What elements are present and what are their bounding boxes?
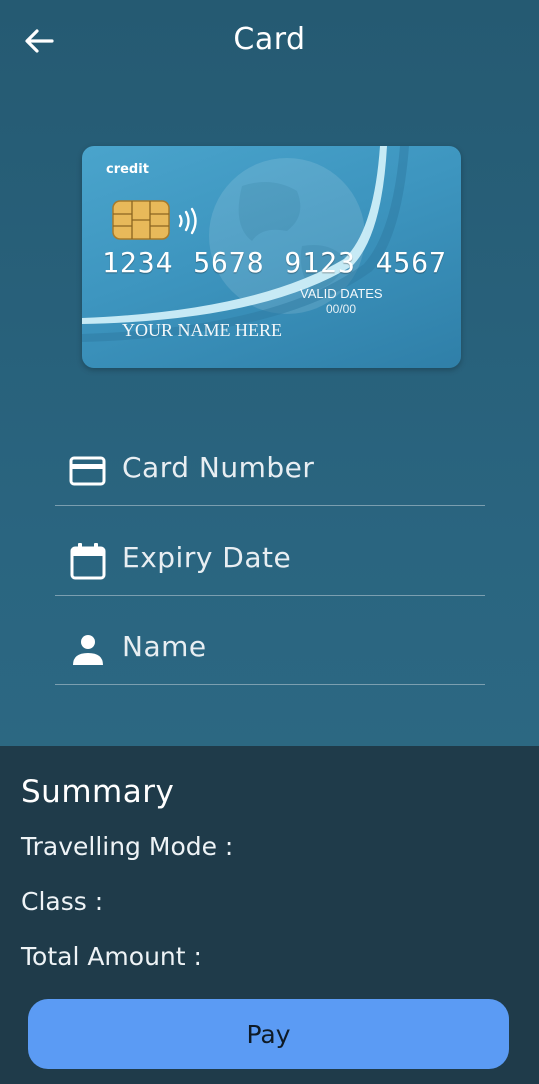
card-number-display: 1234 5678 9123 4567	[102, 246, 447, 279]
card-type-label: credit	[106, 162, 149, 177]
card-number-group: 9123	[284, 246, 356, 279]
valid-dates-label: VALID DATES	[300, 286, 383, 301]
expiry-date-label: Expiry Date	[122, 541, 292, 574]
card-number-group: 4567	[375, 246, 447, 279]
name-field[interactable]: Name	[55, 615, 485, 685]
card-number-group: 5678	[193, 246, 265, 279]
card-number-field[interactable]: Card Number	[55, 436, 485, 506]
total-amount-row: Total Amount :	[21, 942, 202, 971]
credit-card-preview: credit 1234 5678 9123 4567 VALID DATES 0…	[82, 146, 461, 368]
expiry-date-field[interactable]: Expiry Date	[55, 526, 485, 596]
name-label: Name	[122, 630, 207, 663]
chip-icon	[112, 200, 170, 240]
contactless-icon	[178, 207, 197, 235]
cardholder-name: YOUR NAME HERE	[122, 320, 282, 340]
person-icon	[73, 635, 103, 665]
calendar-icon	[70, 543, 106, 580]
card-number-group: 1234	[102, 246, 174, 279]
pay-button[interactable]: Pay	[28, 999, 509, 1069]
page-title: Card	[233, 22, 306, 57]
valid-dates-value: 00/00	[326, 302, 357, 316]
class-row: Class :	[21, 887, 104, 916]
travelling-mode-row: Travelling Mode :	[21, 832, 234, 861]
credit-card-icon	[69, 456, 106, 486]
summary-title: Summary	[21, 774, 175, 810]
top-bar: Card	[0, 0, 539, 84]
card-number-label: Card Number	[122, 451, 315, 484]
summary-panel: Summary Travelling Mode : Class : Total …	[0, 746, 539, 1084]
